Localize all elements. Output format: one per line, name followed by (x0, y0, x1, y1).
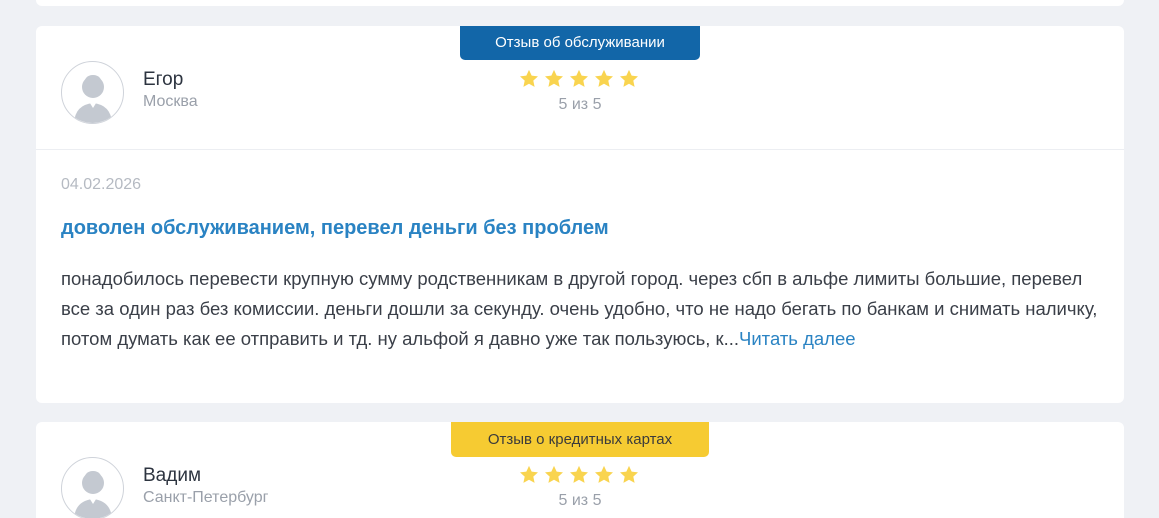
review-rating: 5 из 5 (518, 464, 642, 510)
author-city: Санкт-Петербург (143, 489, 269, 506)
review-rating: 5 из 5 (518, 68, 642, 114)
star-icon (595, 465, 613, 483)
star-icon (595, 69, 613, 87)
star-icon (570, 69, 588, 87)
star-icon (545, 465, 563, 483)
review-title[interactable]: доволен обслуживанием, перевел деньги бе… (61, 217, 609, 240)
star-icon (620, 465, 638, 483)
user-avatar-placeholder-icon (61, 61, 124, 124)
rating-text: 5 из 5 (558, 96, 602, 113)
review-category-badge[interactable]: Отзыв о кредитных картах (451, 422, 709, 457)
star-icon (570, 465, 588, 483)
review-author: Вадим Санкт-Петербург (143, 464, 268, 508)
read-more-link[interactable]: Читать далее (739, 328, 856, 349)
star-icon (520, 465, 538, 483)
review-author: Егор Москва (143, 68, 198, 112)
rating-stars (518, 68, 642, 92)
star-icon (545, 69, 563, 87)
author-city: Москва (143, 93, 198, 110)
review-date: 04.02.2026 (61, 176, 142, 193)
review-category-badge[interactable]: Отзыв об обслуживании (460, 26, 700, 60)
author-name: Егор (143, 69, 184, 90)
review-card: Отзыв о кредитных картах Вадим Санкт-Пет… (36, 422, 1124, 518)
review-card: Отзыв об обслуживании Егор Москва 5 из 5… (36, 26, 1124, 403)
author-name: Вадим (143, 465, 202, 486)
review-text: понадобилось перевести крупную сумму род… (61, 268, 1098, 349)
user-avatar-placeholder-icon (61, 457, 124, 518)
star-icon (520, 69, 538, 87)
review-body: понадобилось перевести крупную сумму род… (61, 264, 1101, 354)
card-divider (36, 149, 1124, 150)
rating-text: 5 из 5 (558, 492, 602, 509)
star-icon (620, 69, 638, 87)
rating-stars (518, 464, 642, 488)
previous-review-card (36, 0, 1124, 6)
